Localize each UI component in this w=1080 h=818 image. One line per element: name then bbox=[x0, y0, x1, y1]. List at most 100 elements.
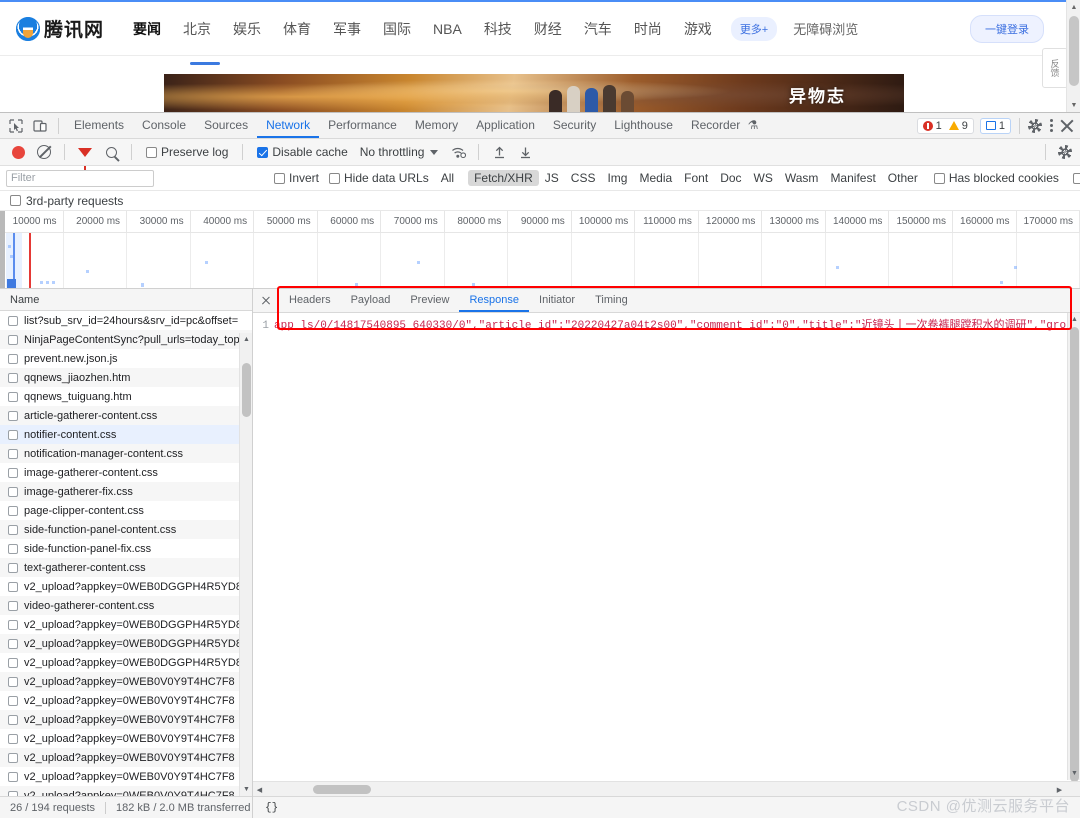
hide-data-urls-checkbox[interactable]: Hide data URLs bbox=[329, 171, 429, 185]
has-blocked-cookies-checkbox[interactable]: Has blocked cookies bbox=[933, 171, 1059, 185]
third-party-box[interactable] bbox=[10, 195, 21, 206]
table-row[interactable]: v2_upload?appkey=0WEB0V0Y9T4HC7F8 bbox=[0, 767, 252, 786]
row-checkbox[interactable] bbox=[8, 543, 18, 554]
messages-counter[interactable]: 1 bbox=[979, 117, 1011, 134]
accessibility-link[interactable]: 无障碍浏览 bbox=[785, 19, 866, 38]
response-body[interactable]: 1 app_ls/0/14817540895_640330/0","articl… bbox=[253, 313, 1080, 796]
page-scroll-thumb[interactable] bbox=[1069, 16, 1079, 86]
table-row[interactable]: v2_upload?appkey=0WEB0DGGPH4R5YD8 bbox=[0, 634, 252, 653]
row-checkbox[interactable] bbox=[8, 391, 18, 402]
table-row[interactable]: v2_upload?appkey=0WEB0V0Y9T4HC7F8 bbox=[0, 672, 252, 691]
close-detail-icon[interactable] bbox=[257, 292, 275, 310]
row-checkbox[interactable] bbox=[8, 334, 18, 345]
page-scroll-down-arrow[interactable]: ▼ bbox=[1067, 98, 1080, 112]
network-overview-timeline[interactable]: 10000 ms 20000 ms 30000 ms 40000 ms 5000… bbox=[0, 211, 1080, 289]
row-checkbox[interactable] bbox=[8, 372, 18, 383]
timeline-left-handle[interactable] bbox=[0, 211, 5, 288]
row-checkbox[interactable] bbox=[8, 505, 18, 516]
table-row[interactable]: list?sub_srv_id=24hours&srv_id=pc&offset… bbox=[0, 311, 252, 330]
filter-toggle-button[interactable] bbox=[73, 141, 97, 170]
response-horizontal-scrollbar[interactable]: ◀ ▶ bbox=[253, 781, 1080, 796]
preserve-log-checkbox[interactable]: Preserve log bbox=[146, 145, 228, 159]
throttling-dropdown[interactable]: No throttling bbox=[360, 145, 439, 159]
site-logo[interactable]: 腾讯网 bbox=[16, 15, 104, 42]
requests-column-header[interactable]: Name bbox=[0, 289, 252, 311]
requests-scrollbar[interactable]: ▲ ▼ bbox=[239, 333, 252, 796]
response-vertical-scrollbar[interactable]: ▲ ▼ bbox=[1067, 313, 1080, 782]
tab-network[interactable]: Network bbox=[257, 113, 320, 138]
type-filter-font[interactable]: Font bbox=[678, 170, 714, 186]
import-har-button[interactable] bbox=[487, 141, 511, 163]
detail-tab-preview[interactable]: Preview bbox=[400, 289, 459, 312]
detail-tab-headers[interactable]: Headers bbox=[279, 289, 341, 312]
type-filter-other[interactable]: Other bbox=[882, 170, 924, 186]
row-checkbox[interactable] bbox=[8, 410, 18, 421]
nav-item-tiyu[interactable]: 体育 bbox=[272, 19, 322, 39]
tab-recorder[interactable]: Recorder ⚗ bbox=[682, 113, 767, 138]
detail-tab-initiator[interactable]: Initiator bbox=[529, 289, 585, 312]
invert-checkbox[interactable]: Invert bbox=[274, 171, 319, 185]
network-settings-gear-icon[interactable] bbox=[1058, 145, 1072, 159]
table-row[interactable]: v2_upload?appkey=0WEB0DGGPH4R5YD8 bbox=[0, 615, 252, 634]
row-checkbox[interactable] bbox=[8, 486, 18, 497]
hero-banner-image[interactable]: 异物志 bbox=[164, 74, 904, 112]
blocked-requests-checkbox[interactable]: Blocked Requests bbox=[1072, 171, 1080, 185]
type-filter-doc[interactable]: Doc bbox=[714, 170, 747, 186]
row-checkbox[interactable] bbox=[8, 315, 18, 326]
device-toolbar-icon[interactable] bbox=[28, 115, 52, 137]
response-scroll-down-arrow[interactable]: ▼ bbox=[1068, 767, 1080, 780]
hide-data-urls-box[interactable] bbox=[329, 172, 341, 184]
nav-item-youxi[interactable]: 游戏 bbox=[673, 19, 723, 39]
row-checkbox[interactable] bbox=[8, 619, 18, 630]
row-checkbox[interactable] bbox=[8, 695, 18, 706]
detail-tab-timing[interactable]: Timing bbox=[585, 289, 638, 312]
nav-item-yaowen[interactable]: 要闻 bbox=[122, 19, 172, 39]
clear-button[interactable] bbox=[32, 141, 56, 163]
inspect-element-icon[interactable] bbox=[4, 115, 28, 137]
requests-list[interactable]: list?sub_srv_id=24hours&srv_id=pc&offset… bbox=[0, 311, 252, 796]
table-row[interactable]: notification-manager-content.css bbox=[0, 444, 252, 463]
table-row[interactable]: text-gatherer-content.css bbox=[0, 558, 252, 577]
row-checkbox[interactable] bbox=[8, 790, 18, 796]
invert-box[interactable] bbox=[274, 172, 285, 184]
row-checkbox[interactable] bbox=[8, 353, 18, 364]
requests-scroll-thumb[interactable] bbox=[242, 363, 251, 417]
disable-cache-checkbox[interactable]: Disable cache bbox=[257, 145, 348, 159]
table-row[interactable]: prevent.new.json.js bbox=[0, 349, 252, 368]
row-checkbox[interactable] bbox=[8, 467, 18, 478]
response-scroll-right-arrow[interactable]: ▶ bbox=[1053, 782, 1066, 796]
settings-gear-icon[interactable] bbox=[1028, 118, 1042, 133]
more-options-icon[interactable] bbox=[1044, 119, 1058, 133]
table-row[interactable]: side-function-panel-content.css bbox=[0, 520, 252, 539]
table-row[interactable]: v2_upload?appkey=0WEB0V0Y9T4HC7F8 bbox=[0, 710, 252, 729]
response-vscroll-thumb[interactable] bbox=[1070, 327, 1079, 782]
disable-cache-box[interactable] bbox=[257, 146, 269, 158]
nav-item-keji[interactable]: 科技 bbox=[473, 19, 523, 39]
tab-security[interactable]: Security bbox=[544, 113, 605, 138]
has-blocked-cookies-box[interactable] bbox=[933, 172, 945, 184]
nav-more-button[interactable]: 更多+ bbox=[730, 16, 778, 41]
response-hscroll-thumb[interactable] bbox=[313, 785, 371, 794]
type-filter-media[interactable]: Media bbox=[633, 170, 678, 186]
table-row[interactable]: v2_upload?appkey=0WEB0V0Y9T4HC7F8 bbox=[0, 691, 252, 710]
row-checkbox[interactable] bbox=[8, 657, 18, 668]
nav-item-shishang[interactable]: 时尚 bbox=[623, 19, 673, 39]
search-button[interactable] bbox=[99, 141, 123, 163]
close-devtools-icon[interactable] bbox=[1060, 119, 1074, 133]
nav-item-junshi[interactable]: 军事 bbox=[322, 19, 372, 39]
row-checkbox[interactable] bbox=[8, 581, 18, 592]
pretty-print-toggle[interactable]: {} bbox=[265, 802, 278, 814]
response-scroll-up-arrow[interactable]: ▲ bbox=[1068, 313, 1080, 326]
table-row[interactable]: NinjaPageContentSync?pull_urls=today_top… bbox=[0, 330, 252, 349]
type-filter-all[interactable]: All bbox=[435, 170, 460, 186]
table-row[interactable]: v2_upload?appkey=0WEB0V0Y9T4HC7F8 bbox=[0, 786, 252, 796]
nav-item-beijing[interactable]: 北京 bbox=[172, 19, 222, 39]
table-row[interactable]: v2_upload?appkey=0WEB0DGGPH4R5YD8 bbox=[0, 653, 252, 672]
blocked-requests-box[interactable] bbox=[1072, 172, 1080, 184]
table-row[interactable]: article-gatherer-content.css bbox=[0, 406, 252, 425]
table-row[interactable]: v2_upload?appkey=0WEB0DGGPH4R5YD8 bbox=[0, 577, 252, 596]
nav-item-qiche[interactable]: 汽车 bbox=[573, 19, 623, 39]
row-checkbox[interactable] bbox=[8, 524, 18, 535]
row-checkbox[interactable] bbox=[8, 429, 18, 440]
login-button[interactable]: 一键登录 bbox=[970, 15, 1044, 43]
